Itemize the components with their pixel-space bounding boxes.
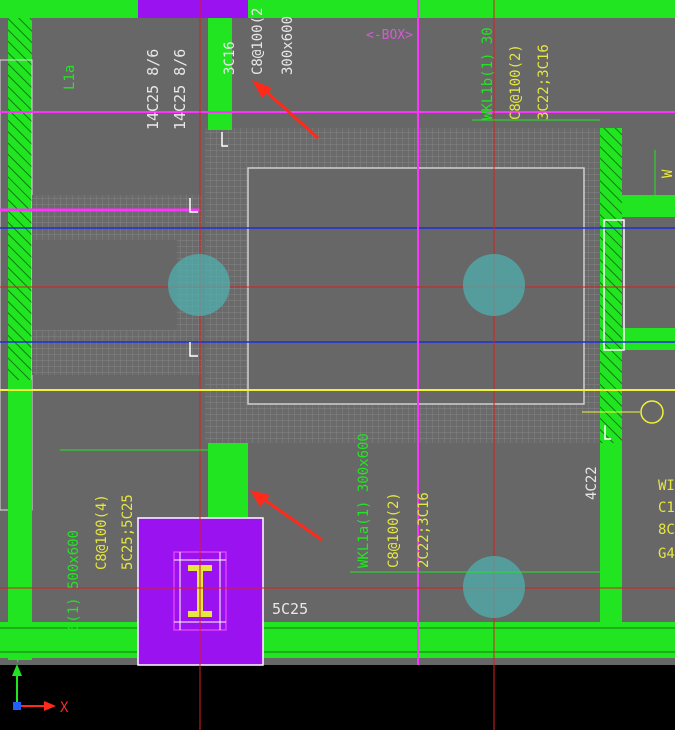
pile-center (463, 254, 525, 316)
label-right-w: W (660, 169, 675, 178)
left-slab-void (32, 240, 177, 330)
label-col-3c16: 3C16 (222, 41, 238, 75)
ucs-area (0, 665, 675, 730)
pile-left (168, 254, 230, 316)
label-size-top: 300x600 (280, 16, 296, 75)
label-right-partial-3: 8C (658, 522, 675, 538)
label-wkl1b-stirrup: C8@100(2) (508, 44, 524, 120)
left-lower-beam (8, 380, 32, 660)
top-beam (0, 0, 675, 18)
label-wkl1a-bars: 2C22;3C16 (416, 492, 432, 568)
label-top-rebar-b: 14C25 8/6 (171, 49, 189, 130)
drawing-canvas: L1a 14C25 8/6 14C25 8/6 3C16 C8@100(2 30… (0, 0, 675, 730)
label-l1a: L1a (62, 65, 78, 90)
label-wkl1b: WKL1b(1) 30 (480, 27, 496, 120)
cad-viewport[interactable]: L1a 14C25 8/6 14C25 8/6 3C16 C8@100(2 30… (0, 0, 675, 730)
right-lower-beam (600, 443, 622, 623)
axis-x-label: X (60, 700, 69, 716)
label-wkl1a-stirrup: C8@100(2) (386, 492, 402, 568)
label-side-4c22: 4C22 (584, 466, 600, 500)
beam-wkl1a-stub (208, 443, 248, 518)
right-beam-top (622, 195, 675, 217)
top-column (138, 0, 248, 18)
label-col-5c25: 5C25 (272, 600, 308, 618)
right-beam-bottom (622, 328, 675, 350)
label-stirrup-top: C8@100(2 (250, 8, 266, 75)
label-kl6: KL6(1) 500x600 (66, 530, 82, 648)
axis-y-label: Y (14, 651, 22, 665)
pile-bottom (463, 556, 525, 618)
label-right-partial-4: G4 (658, 546, 675, 562)
pit-opening (247, 167, 585, 405)
label-right-partial-1: WI (658, 478, 675, 494)
label-kl6-bars: 5C25;5C25 (120, 494, 136, 570)
label-right-partial-2: C1 (658, 500, 675, 516)
label-wkl1b-bars: 3C22;3C16 (536, 44, 552, 120)
label-kl6-stirrup: C8@100(4) (94, 494, 110, 570)
bottom-beam (0, 622, 675, 658)
label-dim-top: <-BOX> (366, 28, 413, 43)
label-wkl1a: WKL1a(1) 300x600 (356, 433, 372, 568)
label-top-rebar-a: 14C25 8/6 (144, 49, 162, 130)
